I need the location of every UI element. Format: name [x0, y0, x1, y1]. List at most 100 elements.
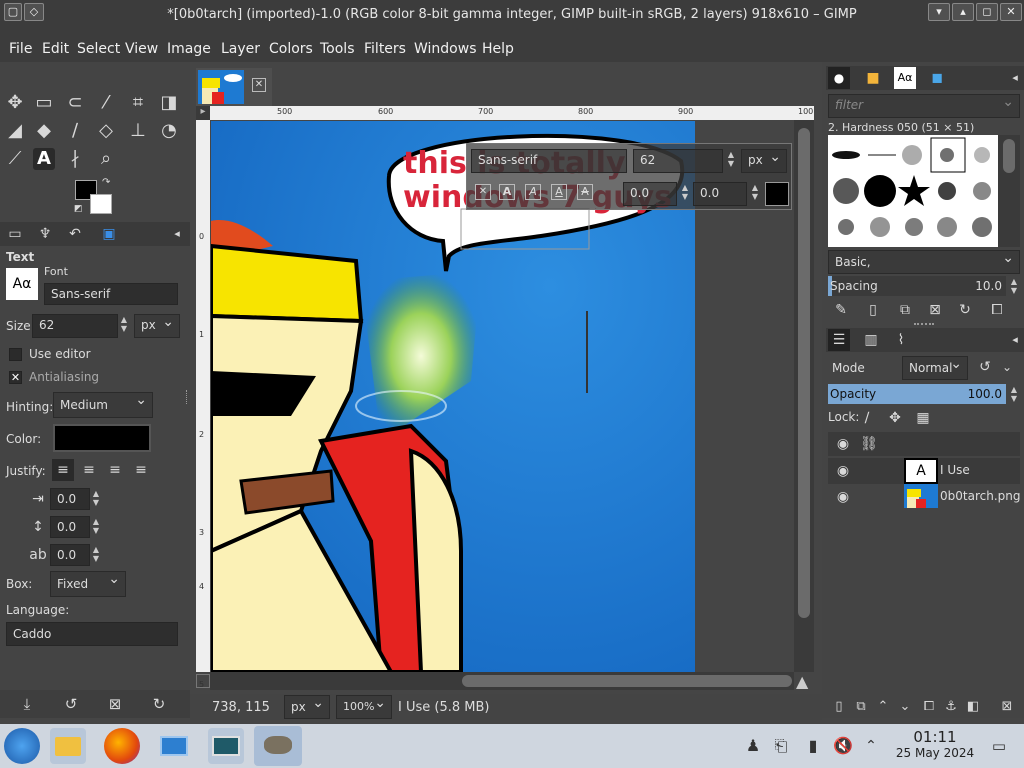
- otb-kerning-field[interactable]: 0.0: [693, 182, 747, 206]
- brush-grid-scrollbar[interactable]: [998, 135, 1020, 247]
- color-picker-icon[interactable]: ∤: [64, 148, 86, 170]
- new-layer-group-icon[interactable]: ⧉: [850, 696, 872, 718]
- brush-grid[interactable]: [828, 135, 998, 247]
- paths-tab-icon[interactable]: ⌇: [890, 329, 912, 351]
- dock-pane-separator[interactable]: [914, 323, 934, 325]
- size-field[interactable]: 62: [32, 314, 118, 338]
- clock[interactable]: 01:11 25 May 2024: [890, 728, 980, 760]
- letter-spacing-spinner[interactable]: ▲ ▼: [90, 545, 102, 563]
- quick-mask-toggle[interactable]: [196, 674, 210, 688]
- menu-edit[interactable]: Edit: [42, 41, 69, 57]
- justify-left-icon[interactable]: ≡: [52, 459, 74, 481]
- menu-select[interactable]: Select: [77, 41, 120, 57]
- dock-separator[interactable]: [186, 390, 188, 404]
- anchor-layer-icon[interactable]: ⚓: [940, 696, 962, 718]
- zoom-select[interactable]: 100%: [336, 695, 392, 719]
- layer-visibility-icon[interactable]: ◉: [832, 460, 854, 482]
- lock-alpha-icon[interactable]: ▦: [912, 407, 934, 429]
- otb-size-field[interactable]: 62: [633, 149, 723, 173]
- fuzzy-select-icon[interactable]: ⁄: [95, 92, 117, 114]
- layer-visibility-icon[interactable]: ◉: [832, 486, 854, 508]
- font-field[interactable]: Sans-serif: [44, 283, 178, 305]
- justify-right-icon[interactable]: ≡: [78, 459, 100, 481]
- background-color[interactable]: [90, 194, 112, 214]
- ruler-corner[interactable]: ▸: [196, 106, 210, 120]
- new-layer-icon[interactable]: ▯: [828, 696, 850, 718]
- bucket-fill-icon[interactable]: ◆: [33, 120, 55, 142]
- spacing-spinner[interactable]: ▲ ▼: [1008, 277, 1020, 295]
- duplicate-layer-icon[interactable]: ⧠: [918, 696, 940, 718]
- otb-kerning-spinner[interactable]: ▲ ▼: [749, 183, 761, 201]
- otb-font-field[interactable]: Sans-serif: [471, 149, 627, 173]
- restore-preset-icon[interactable]: ↺: [60, 693, 82, 715]
- otb-bold-icon[interactable]: A: [499, 184, 515, 200]
- otb-underline-icon[interactable]: A: [551, 184, 567, 200]
- otb-baseline-spinner[interactable]: ▲ ▼: [679, 183, 691, 201]
- lock-position-icon[interactable]: ✥: [884, 407, 906, 429]
- restore-button[interactable]: ◻: [976, 3, 998, 21]
- text-color-button[interactable]: [53, 424, 151, 452]
- size-unit-select[interactable]: px: [134, 314, 180, 338]
- otb-strikethrough-icon[interactable]: A: [577, 184, 593, 200]
- mode-options-icon[interactable]: ⌄: [996, 356, 1018, 378]
- layer-row[interactable]: ◉ A I Use: [828, 458, 1020, 484]
- delete-layer-icon[interactable]: ⊠: [996, 696, 1018, 718]
- images-tab-icon[interactable]: ▣: [98, 223, 120, 245]
- battery-icon[interactable]: ▮: [802, 735, 824, 757]
- lower-layer-icon[interactable]: ⌄: [894, 696, 916, 718]
- rect-select-icon[interactable]: ▭: [33, 92, 55, 114]
- menu-help[interactable]: Help: [482, 41, 514, 57]
- layer-row[interactable]: ◉ 0b0tarch.png: [828, 484, 1020, 510]
- menu-layer[interactable]: Layer: [221, 41, 260, 57]
- navigate-icon[interactable]: ▲: [796, 672, 808, 691]
- menu-colors[interactable]: Colors: [269, 41, 313, 57]
- configure-tab-icon[interactable]: ◂: [166, 223, 188, 245]
- layers-configure-icon[interactable]: ◂: [1004, 329, 1024, 351]
- maximize-button[interactable]: ▴: [952, 3, 974, 21]
- delete-preset-icon[interactable]: ⊠: [104, 693, 126, 715]
- brush-scroll-thumb[interactable]: [1003, 139, 1015, 173]
- otb-italic-icon[interactable]: A: [525, 184, 541, 200]
- justify-center-icon[interactable]: ≡: [104, 459, 126, 481]
- menu-image[interactable]: Image: [167, 41, 211, 57]
- brushes-configure-icon[interactable]: ◂: [1004, 67, 1024, 89]
- smudge-icon[interactable]: ◔: [158, 120, 180, 142]
- brush-as-image-icon[interactable]: ⧠: [986, 299, 1008, 321]
- brush-preset-select[interactable]: Basic,: [828, 250, 1020, 274]
- otb-color-button[interactable]: [765, 182, 789, 206]
- gradients-tab-icon[interactable]: ◼: [926, 67, 948, 89]
- reset-options-icon[interactable]: ↻: [148, 693, 170, 715]
- menu-view[interactable]: View: [125, 41, 158, 57]
- terminal-icon[interactable]: [156, 728, 192, 764]
- gimp-taskbar-icon[interactable]: [254, 726, 302, 766]
- menu-windows[interactable]: Windows: [414, 41, 477, 57]
- indent-spinner[interactable]: ▲ ▼: [90, 489, 102, 507]
- notifications-icon[interactable]: ♟: [742, 735, 764, 757]
- patterns-tab-icon[interactable]: ■: [862, 67, 884, 89]
- brush-filter-input[interactable]: filter: [828, 94, 1020, 118]
- move-tool-icon[interactable]: ✥: [4, 92, 26, 114]
- duplicate-brush-icon[interactable]: ⧉: [894, 299, 916, 321]
- otb-unit-select[interactable]: px: [741, 149, 787, 173]
- swap-colors-icon[interactable]: ↷: [102, 177, 110, 188]
- justify-fill-icon[interactable]: ≡: [130, 459, 152, 481]
- vertical-scrollbar[interactable]: [794, 120, 814, 672]
- paths-icon[interactable]: ⟋: [4, 148, 26, 170]
- reset-colors-icon[interactable]: ◩: [74, 204, 83, 214]
- undo-history-tab-icon[interactable]: ↶: [64, 223, 86, 245]
- text-tool-icon[interactable]: A: [33, 148, 55, 170]
- menu-filters[interactable]: Filters: [364, 41, 406, 57]
- letter-spacing-field[interactable]: 0.0: [50, 544, 90, 566]
- layers-tab-icon[interactable]: ☰: [828, 329, 850, 351]
- use-editor-checkbox[interactable]: [9, 348, 22, 361]
- status-unit-select[interactable]: px: [284, 695, 330, 719]
- layer-name[interactable]: I Use: [940, 463, 970, 477]
- otb-clear-style-icon[interactable]: ✕: [475, 184, 491, 200]
- clipboard-icon[interactable]: ⎗: [770, 735, 792, 757]
- lock-pixels-icon[interactable]: ∕: [856, 407, 878, 429]
- line-spacing-spinner[interactable]: ▲ ▼: [90, 517, 102, 535]
- show-desktop-icon[interactable]: ▭: [988, 735, 1010, 757]
- close-tab-icon[interactable]: ✕: [252, 78, 266, 92]
- crop-icon[interactable]: ⌗: [127, 92, 149, 114]
- vertical-scroll-thumb[interactable]: [798, 128, 810, 618]
